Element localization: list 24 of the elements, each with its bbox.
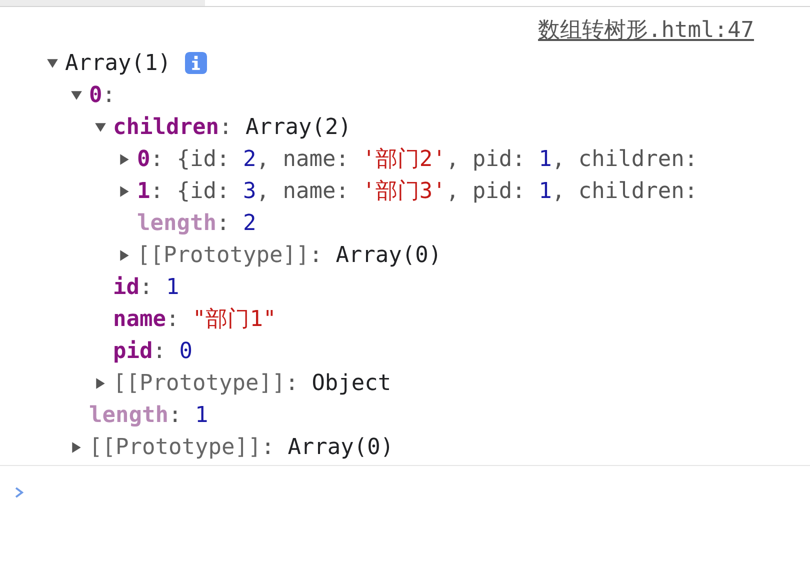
property-entry: name: "部门1" xyxy=(113,306,276,334)
property-entry: id: 1 xyxy=(113,274,180,300)
property-entry: length: 2 xyxy=(137,210,256,236)
property-entry: [[Prototype]]: Object xyxy=(113,370,392,396)
scrollbar-thumb[interactable] xyxy=(0,0,205,6)
property-entry: [[Prototype]]: Array(0) xyxy=(137,242,442,268)
triangle-down-icon[interactable] xyxy=(94,120,107,134)
array-summary: Array(1) xyxy=(65,50,171,76)
property-entry: 0: {id: 2, name: '部门2', pid: 1, children: xyxy=(137,146,698,174)
source-link[interactable]: 数组转树形.html:47 xyxy=(538,17,754,47)
property-entry: 0: xyxy=(89,82,116,108)
property-entry: children: Array(2) xyxy=(113,114,352,140)
property-entry: pid: 0 xyxy=(113,338,192,364)
triangle-right-icon[interactable] xyxy=(94,376,107,390)
property-entry: length: 1 xyxy=(89,402,208,428)
triangle-right-icon[interactable] xyxy=(70,440,83,454)
info-icon[interactable] xyxy=(184,52,207,74)
property-entry: 1: {id: 3, name: '部门3', pid: 1, children: xyxy=(137,178,698,206)
property-entry: [[Prototype]]: Array(0) xyxy=(89,434,394,460)
triangle-right-icon[interactable] xyxy=(118,248,131,262)
triangle-down-icon[interactable] xyxy=(70,88,83,102)
triangle-down-icon[interactable] xyxy=(46,56,59,70)
triangle-right-icon[interactable] xyxy=(118,152,131,166)
triangle-right-icon[interactable] xyxy=(118,184,131,198)
